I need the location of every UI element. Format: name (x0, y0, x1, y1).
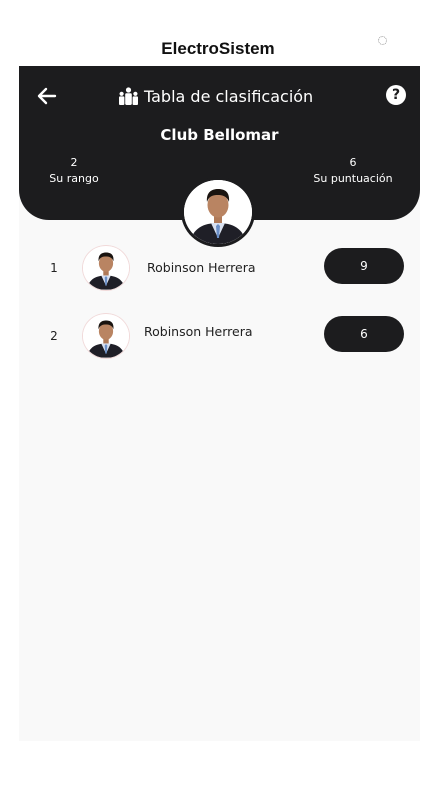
person-photo-icon (83, 246, 129, 290)
score-button[interactable]: 6 (324, 316, 404, 352)
leaderboard-screen: Tabla de clasificación ? Club Bellomar 2… (19, 66, 420, 741)
avatar (82, 313, 130, 359)
score-value: 6 (349, 156, 357, 169)
score-label: Su puntuación (313, 172, 393, 185)
score-button[interactable]: 9 (324, 248, 404, 284)
header-title-group: Tabla de clasificación (118, 85, 313, 107)
group-leaderboard-icon (119, 87, 138, 105)
person-photo-icon (184, 180, 252, 244)
page-title: Tabla de clasificación (144, 86, 314, 106)
help-button[interactable]: ? (386, 85, 406, 105)
app-title: ElectroSistem (161, 39, 275, 58)
score-stat: 6 Su puntuación (303, 155, 403, 187)
profile-avatar (181, 177, 255, 247)
arrow-left-icon (37, 87, 57, 105)
rank-value: 2 (70, 156, 78, 169)
row-rank: 1 (50, 261, 58, 275)
table-row[interactable]: 2 Robinson Herrera 6 (19, 313, 420, 359)
rank-label: Su rango (49, 172, 99, 185)
back-button[interactable] (36, 85, 58, 107)
table-row[interactable]: 1 Robinson Herrera 9 (19, 245, 420, 291)
row-rank: 2 (50, 329, 58, 343)
row-player-name: Robinson Herrera (147, 260, 256, 275)
row-player-name: Robinson Herrera (144, 324, 253, 339)
spinner-icon (378, 36, 387, 45)
avatar (82, 245, 130, 291)
rank-stat: 2 Su rango (39, 155, 109, 187)
person-photo-icon (83, 314, 129, 358)
club-name: Club Bellomar (160, 126, 279, 144)
question-circle-icon: ? (391, 87, 401, 103)
